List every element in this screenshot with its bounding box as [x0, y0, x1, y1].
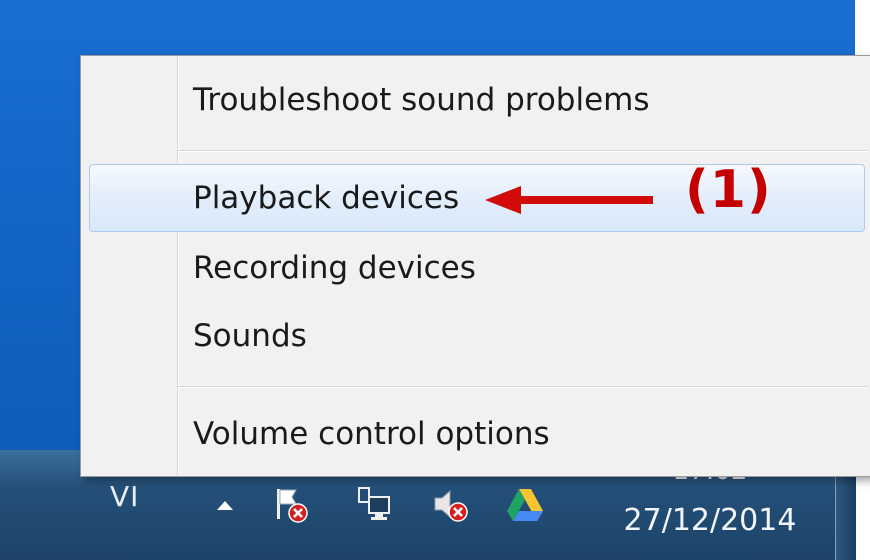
menu-item-recording-devices[interactable]: Recording devices	[89, 236, 865, 300]
action-center-button[interactable]	[270, 485, 310, 525]
menu-item-volume-control-options[interactable]: Volume control options	[89, 402, 865, 466]
menu-separator	[178, 386, 868, 387]
menu-item-label: Troubleshoot sound problems	[193, 82, 650, 118]
desktop: VI 27/12/2014 Troubleshoot sound problem…	[0, 0, 870, 560]
annotation-arrow-icon	[485, 186, 653, 214]
menu-item-sounds[interactable]: Sounds	[89, 304, 865, 368]
annotation-step-label: (1)	[685, 160, 772, 220]
action-center-error-icon	[277, 489, 308, 523]
menu-separator	[178, 150, 868, 151]
show-hidden-icons-button[interactable]	[205, 485, 245, 525]
google-drive-icon	[507, 489, 543, 521]
language-indicator[interactable]: VI	[110, 480, 139, 513]
menu-item-troubleshoot-sound-problems[interactable]: Troubleshoot sound problems	[89, 68, 865, 132]
menu-item-label: Sounds	[193, 318, 307, 354]
menu-item-label: Recording devices	[193, 250, 476, 286]
menu-item-label: Playback devices	[193, 180, 460, 216]
volume-muted-icon	[434, 489, 468, 522]
sound-context-menu: Troubleshoot sound problems Playback dev…	[80, 55, 870, 477]
network-icon	[358, 487, 390, 520]
chevron-up-icon	[217, 501, 233, 510]
network-button[interactable]	[355, 485, 395, 525]
volume-button[interactable]	[430, 485, 470, 525]
menu-item-label: Volume control options	[193, 416, 550, 452]
google-drive-button[interactable]	[505, 485, 545, 525]
clock-date: 27/12/2014	[623, 503, 797, 538]
